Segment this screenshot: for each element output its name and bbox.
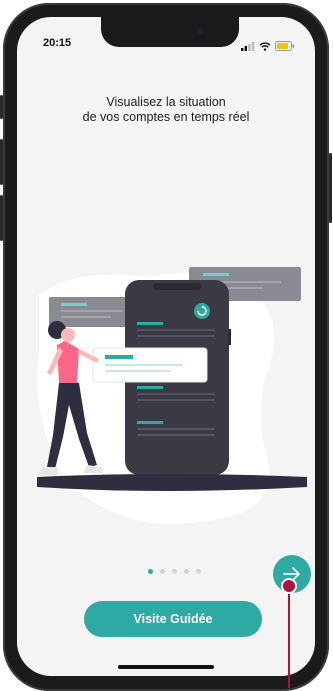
arrow-right-icon xyxy=(283,567,300,581)
page-dot-4[interactable] xyxy=(184,569,189,574)
page-indicator xyxy=(148,569,201,574)
notch xyxy=(101,17,239,47)
page-dot-2[interactable] xyxy=(160,569,165,574)
phone-frame: 20:15 Visualisez la situation de vos com… xyxy=(0,3,332,691)
mute-switch xyxy=(0,95,3,119)
floating-card-center xyxy=(92,347,208,383)
camera-icon xyxy=(197,27,204,34)
accounts-illustration xyxy=(37,267,307,524)
phone-screen: 20:15 Visualisez la situation de vos com… xyxy=(17,17,315,676)
power-button xyxy=(329,153,332,223)
page-dot-5[interactable] xyxy=(196,569,201,574)
page-dot-3[interactable] xyxy=(172,569,177,574)
home-indicator xyxy=(118,665,214,669)
status-icons xyxy=(241,38,295,56)
callout-pointer-line xyxy=(288,587,290,688)
status-time: 20:15 xyxy=(43,37,72,49)
title-line-1: Visualisez la situation xyxy=(106,95,226,109)
volume-up-button xyxy=(0,139,3,185)
callout-pointer-dot xyxy=(283,580,295,592)
floating-card-left xyxy=(49,297,137,327)
battery-icon xyxy=(275,38,295,56)
signal-icon xyxy=(241,38,255,56)
wifi-icon xyxy=(259,38,271,56)
ground-shadow xyxy=(37,474,307,491)
guided-tour-button[interactable]: Visite Guidée xyxy=(84,601,262,637)
volume-down-button xyxy=(0,195,3,241)
title-line-2: de vos comptes en temps réel xyxy=(82,110,250,124)
onboarding-title: Visualisez la situation de vos comptes e… xyxy=(17,95,315,125)
page-dot-1[interactable] xyxy=(148,569,153,574)
